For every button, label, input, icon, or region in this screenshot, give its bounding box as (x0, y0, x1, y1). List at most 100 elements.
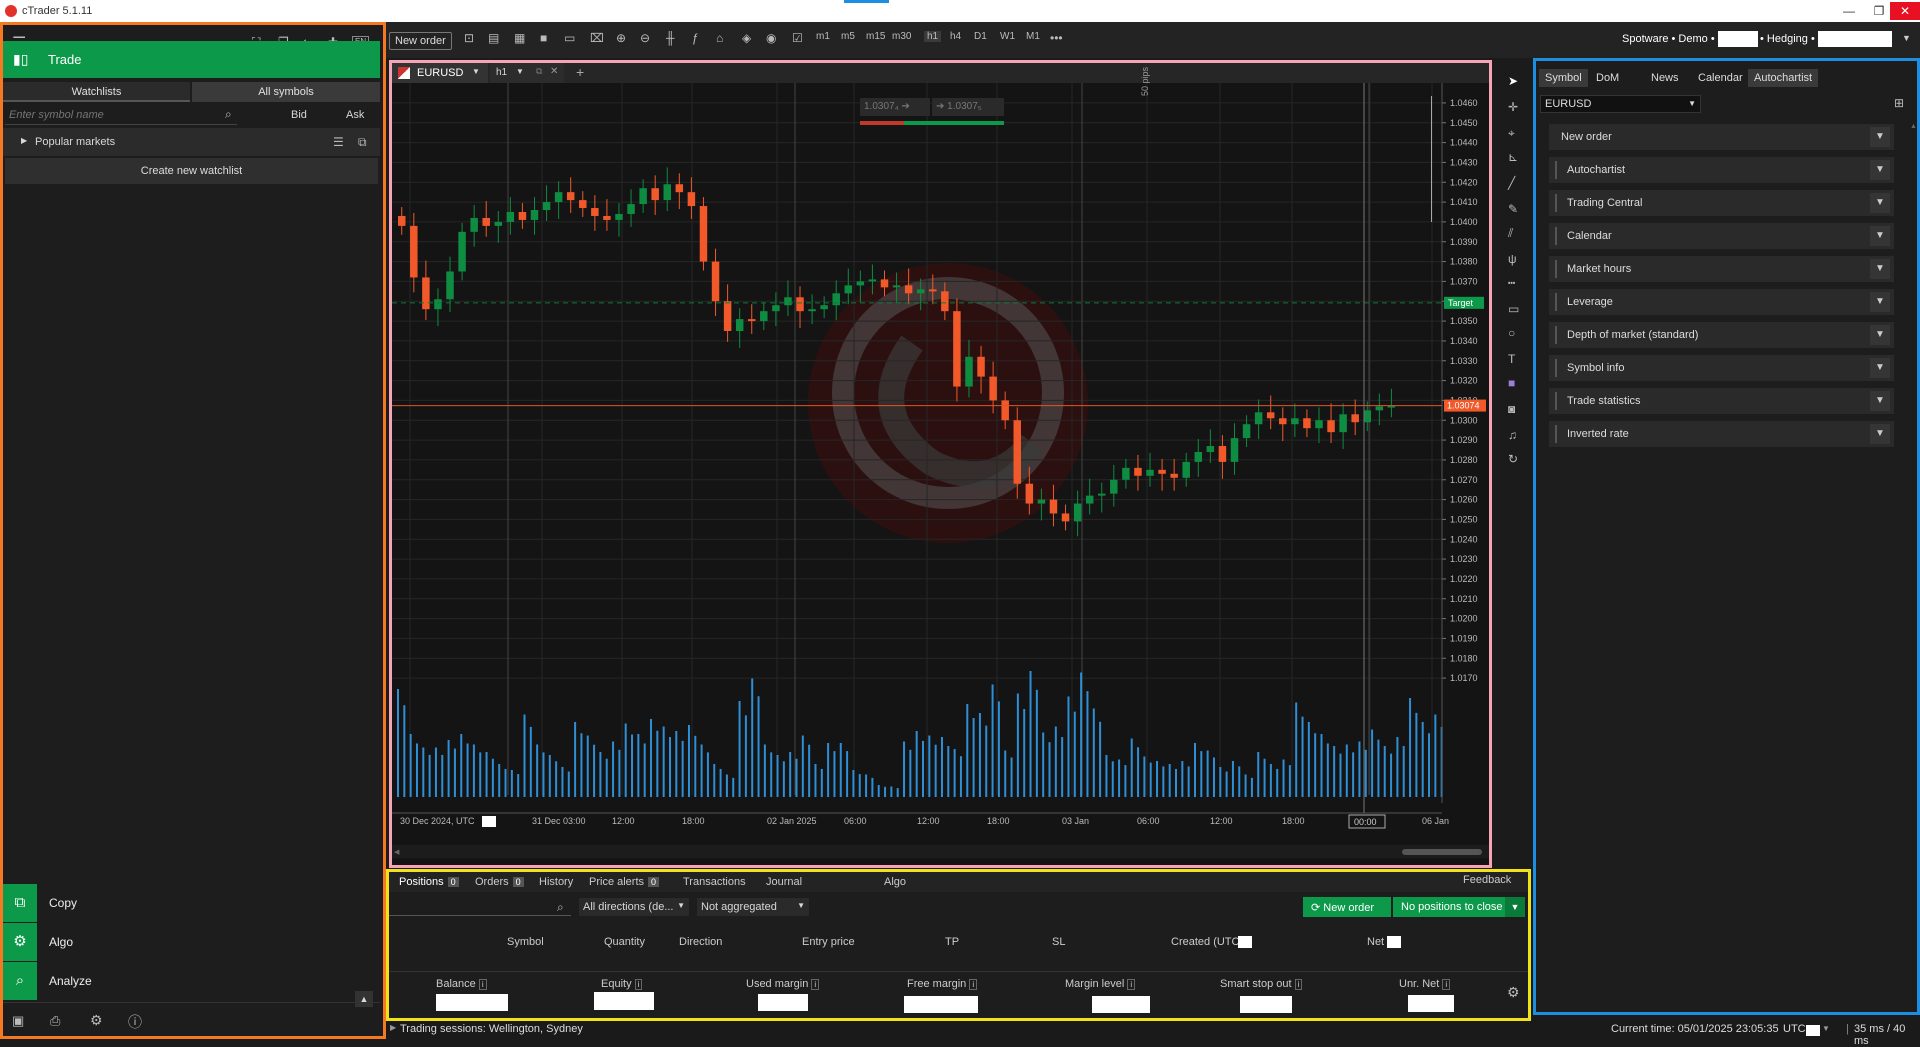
sessions-expand-icon[interactable]: ▶ (390, 1023, 396, 1032)
col-created[interactable]: Created (UTC (1171, 936, 1239, 948)
tab-dom[interactable]: DoM (1590, 69, 1625, 87)
minimize-button[interactable]: — (1834, 2, 1864, 20)
buy-price-box[interactable]: ➔ 1.0307₅ (932, 98, 1004, 116)
chart-mode-icon[interactable]: ⊡ (464, 31, 474, 45)
tab-calendar[interactable]: Calendar (1692, 69, 1749, 87)
create-watchlist-button[interactable]: Create new watchlist (5, 158, 378, 184)
candle-type-icon[interactable]: ╫ (666, 31, 675, 45)
tab-transactions[interactable]: Transactions (683, 876, 746, 888)
trade-header[interactable]: ▮▯ Trade (3, 41, 380, 78)
info-icon[interactable]: i (1127, 979, 1136, 990)
tab-news[interactable]: News (1645, 69, 1685, 87)
printer-icon[interactable]: ⎙ (50, 1013, 60, 1029)
symbol-search-input[interactable] (5, 105, 237, 125)
tab-history[interactable]: History (539, 876, 573, 888)
section-autochartist[interactable]: Autochartist ▼ (1549, 157, 1894, 183)
info-icon[interactable]: i (811, 979, 820, 990)
tf-d1[interactable]: D1 (974, 31, 987, 42)
tf-m5[interactable]: m5 (841, 31, 855, 42)
chevron-down-icon[interactable]: ▼ (1870, 325, 1890, 345)
indicators-icon[interactable]: ƒ (692, 31, 699, 45)
measure-icon[interactable]: ⊾ (1508, 150, 1518, 164)
section-leverage[interactable]: Leverage ▼ (1549, 289, 1894, 315)
popular-markets-row[interactable]: ▶ Popular markets ☰ ⧉ (3, 128, 380, 156)
sell-price-box[interactable]: 1.0307₄ ➔ (860, 98, 930, 116)
col-direction[interactable]: Direction (679, 936, 722, 948)
search-icon[interactable]: ⌕ (557, 900, 564, 915)
symbol-settings-icon[interactable]: ⊞ (1894, 96, 1904, 110)
search-icon[interactable]: ⌕ (225, 107, 232, 122)
tab-orders[interactable]: Orders 0 (475, 876, 524, 888)
text-icon[interactable]: T (1508, 352, 1515, 366)
close-window-button[interactable]: ✕ (1890, 2, 1920, 20)
replay-icon[interactable]: ↻ (1508, 452, 1518, 466)
add-chart-icon[interactable]: + (576, 64, 584, 80)
aggregation-filter[interactable]: Not aggregated ▼ (697, 898, 809, 916)
chevron-down-icon[interactable]: ▼ (1870, 127, 1890, 147)
price-chart[interactable]: 1.0460 1.0450 1.0440 1.0430 1.0420 1.0410 1.04… (392, 83, 1489, 845)
tf-dropdown-icon[interactable]: ▼ (516, 67, 524, 76)
color-icon[interactable]: ■ (1508, 376, 1515, 390)
tab-all-symbols[interactable]: All symbols (192, 82, 380, 102)
zoom-in-icon[interactable]: ⊕ (616, 31, 626, 45)
section-depth-of-market-standard[interactable]: Depth of market (standard) ▼ (1549, 322, 1894, 348)
collapse-button[interactable]: ▲ (355, 991, 373, 1007)
chevron-down-icon[interactable]: ▼ (1870, 193, 1890, 213)
nav-algo[interactable]: ⚙︎ Algo (3, 923, 380, 961)
tf-w1[interactable]: W1 (1000, 31, 1015, 42)
list-view-icon[interactable]: ☰ (333, 135, 344, 149)
chevron-down-icon[interactable]: ▼ (1870, 424, 1890, 444)
section-trading-central[interactable]: Trading Central ▼ (1549, 190, 1894, 216)
chevron-down-icon[interactable]: ▼ (1870, 292, 1890, 312)
chevron-down-icon[interactable]: ▼ (1870, 226, 1890, 246)
section-inverted-rate[interactable]: Inverted rate ▼ (1549, 421, 1894, 447)
tab-price-alerts[interactable]: Price alerts 0 (589, 876, 660, 888)
nav-analyze[interactable]: ⌕ Analyze (3, 962, 380, 1000)
account-dropdown-icon[interactable]: ▼ (1902, 33, 1911, 43)
info-icon[interactable]: i (478, 979, 487, 990)
tf-h4[interactable]: h4 (950, 31, 961, 42)
chevron-down-icon[interactable]: ▼ (1870, 358, 1890, 378)
col-tp[interactable]: TP (945, 936, 959, 948)
settings-gear-icon[interactable]: ⚙ (1507, 984, 1520, 1001)
section-market-hours[interactable]: Market hours ▼ (1549, 256, 1894, 282)
split-layout-icon[interactable]: ▭ (564, 31, 575, 45)
close-all-button[interactable]: No positions to close (1393, 897, 1515, 917)
tf-m15[interactable]: m15 (866, 31, 885, 42)
col-quantity[interactable]: Quantity (604, 936, 645, 948)
channel-icon[interactable]: ⫽ (1508, 226, 1513, 241)
info-icon[interactable]: i (1294, 979, 1303, 990)
tf-m1[interactable]: m1 (816, 31, 830, 42)
zoom-out-icon[interactable]: ⊖ (640, 31, 650, 45)
chevron-down-icon[interactable]: ▼ (1870, 259, 1890, 279)
utc-dropdown-icon[interactable]: ▼ (1822, 1024, 1830, 1033)
cbots-icon[interactable]: ⌂ (716, 31, 723, 45)
tf-mn1[interactable]: M1 (1026, 31, 1040, 42)
section-symbol-info[interactable]: Symbol info ▼ (1549, 355, 1894, 381)
expand-icon[interactable]: ▶ (21, 136, 27, 145)
alert-bell-icon[interactable]: ♫ (1508, 428, 1517, 442)
tab-symbol[interactable]: Symbol (1539, 69, 1588, 87)
col-symbol[interactable]: Symbol (507, 936, 544, 948)
single-layout-icon[interactable]: ■ (540, 31, 547, 45)
layout-icon[interactable]: ▤ (488, 31, 499, 45)
symbol-dropdown-icon[interactable]: ▼ (472, 67, 480, 76)
detach-icon[interactable]: ⧉ (536, 66, 542, 77)
tab-algo[interactable]: Algo (884, 876, 906, 888)
close-tab-icon[interactable]: ✕ (550, 66, 558, 77)
popout-icon[interactable]: ⧉ (358, 135, 367, 150)
fibonacci-icon[interactable]: ┅ (1508, 276, 1515, 290)
new-order-button[interactable]: New order (389, 32, 452, 50)
tab-positions[interactable]: Positions 0 (399, 876, 459, 888)
tab-journal[interactable]: Journal (766, 876, 802, 888)
help-icon[interactable]: ⓘ (128, 1012, 142, 1032)
section-new-order[interactable]: New order ▼ (1549, 124, 1894, 150)
chevron-down-icon[interactable]: ▼ (1870, 160, 1890, 180)
camera-icon[interactable]: ◙ (1508, 402, 1515, 416)
pitchfork-icon[interactable]: ψ (1508, 252, 1517, 266)
feedback-link[interactable]: Feedback (1463, 874, 1511, 886)
nav-copy[interactable]: ⧉ Copy (3, 884, 380, 922)
line-icon[interactable]: ╱ (1508, 176, 1515, 190)
utc-label[interactable]: UTC (1783, 1023, 1806, 1035)
info-icon[interactable]: i (969, 979, 978, 990)
